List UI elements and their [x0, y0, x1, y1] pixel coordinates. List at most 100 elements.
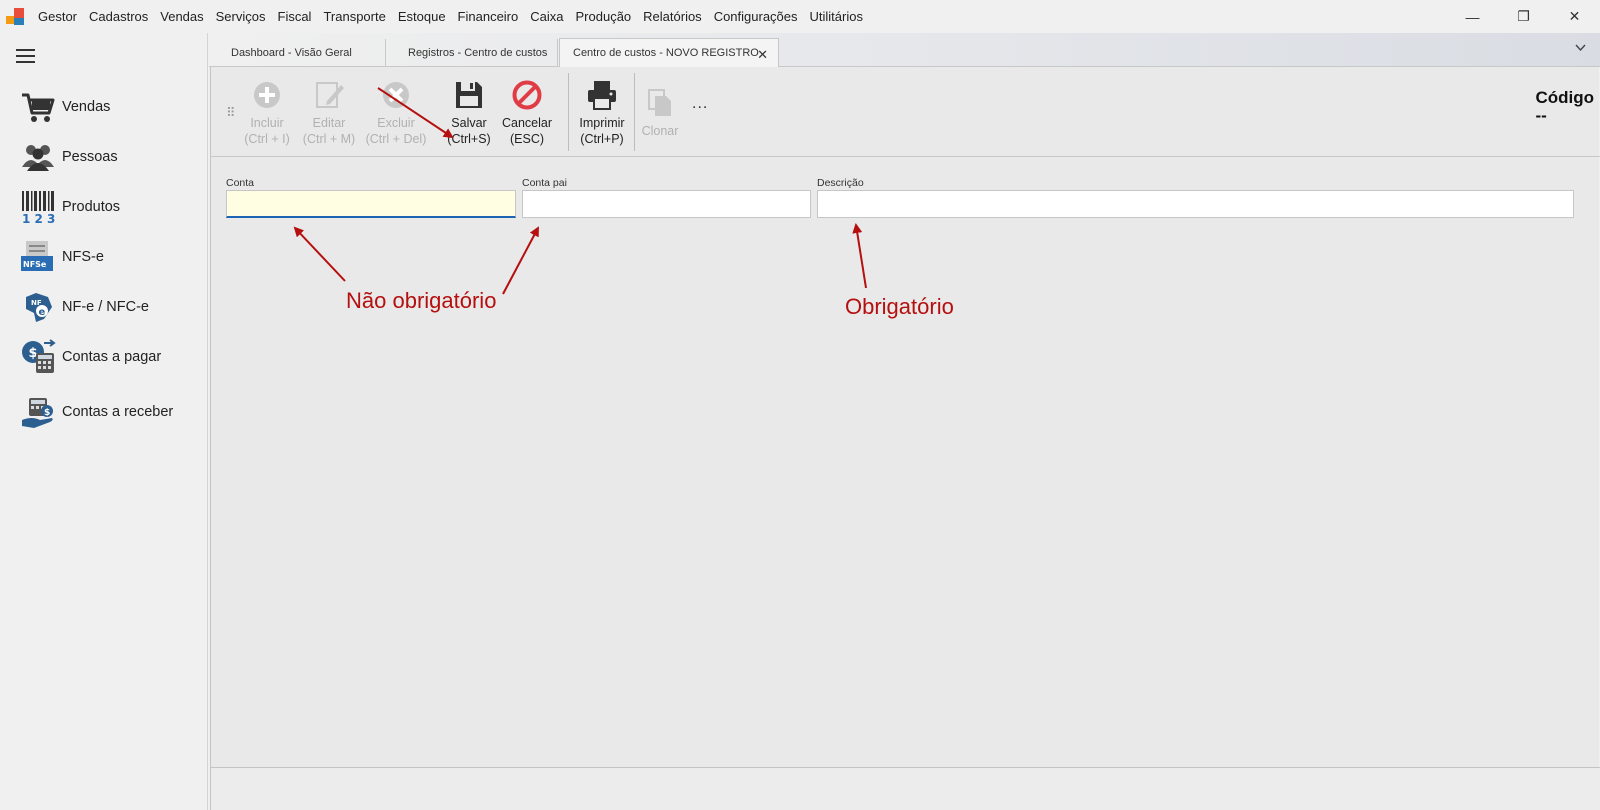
optional-annotation: Não obrigatório: [346, 288, 497, 313]
descricao-label: Descrição: [817, 177, 864, 189]
nfse-icon: NFSe: [21, 241, 53, 271]
menu-caixa[interactable]: Caixa: [524, 0, 569, 33]
menu-fiscal[interactable]: Fiscal: [272, 0, 318, 33]
include-label: Incluir: [250, 116, 284, 130]
delete-circle-icon: [383, 82, 409, 108]
tab-label: Centro de custos - NOVO REGISTRO: [573, 47, 759, 59]
include-shortcut: (Ctrl + I): [244, 132, 290, 146]
toolbar-grip-icon[interactable]: ⠿: [226, 105, 236, 121]
menu-financeiro[interactable]: Financeiro: [452, 0, 525, 33]
delete-button[interactable]: Excluir (Ctrl + Del): [364, 79, 428, 147]
delete-label: Excluir: [377, 116, 415, 130]
save-label: Salvar: [451, 116, 487, 130]
menu-vendas[interactable]: Vendas: [154, 0, 209, 33]
window-controls: — ❐ ✕: [1447, 0, 1600, 33]
payable-icon: $: [22, 339, 56, 373]
menu-cadastros[interactable]: Cadastros: [83, 0, 154, 33]
sidebar-item-label: Produtos: [62, 198, 121, 215]
sidebar-item-vendas[interactable]: Vendas: [0, 82, 208, 132]
conta-input[interactable]: [226, 190, 516, 218]
plus-circle-icon: [254, 82, 280, 108]
edit-button[interactable]: Editar (Ctrl + M): [299, 79, 359, 147]
hamburger-menu-icon[interactable]: [16, 49, 35, 63]
svg-text:NFSe: NFSe: [23, 260, 47, 269]
edit-icon: [316, 82, 344, 108]
clone-label: Clonar: [641, 124, 679, 138]
sidebar-item-label: NFS-e: [62, 248, 104, 265]
toolbar-separator: [634, 73, 635, 151]
sidebar-item-label: Pessoas: [62, 148, 118, 165]
toolbar: ⠿ Incluir (Ctrl + I) Editar (Ctrl + M) E…: [211, 67, 1600, 157]
menu-servicos[interactable]: Serviços: [210, 0, 272, 33]
save-shortcut: (Ctrl+S): [447, 132, 491, 146]
sidebar-item-contas-receber[interactable]: $ Contas a receber: [0, 382, 208, 442]
print-label: Imprimir: [579, 116, 625, 130]
more-options-button[interactable]: ...: [692, 95, 708, 113]
minimize-button[interactable]: —: [1447, 0, 1498, 33]
delete-shortcut: (Ctrl + Del): [365, 132, 427, 146]
tab-dashboard[interactable]: Dashboard - Visão Geral: [209, 39, 386, 67]
print-shortcut: (Ctrl+P): [580, 132, 624, 146]
cancel-icon: [512, 80, 542, 110]
svg-text:1 2 3: 1 2 3: [22, 212, 55, 225]
include-button[interactable]: Incluir (Ctrl + I): [239, 79, 295, 147]
conta-label: Conta: [226, 177, 255, 189]
sidebar-item-label: Contas a receber: [62, 403, 174, 420]
sidebar: Vendas Pessoas 1 2 3 Produtos NFSe NFS-e…: [0, 33, 208, 810]
sidebar-item-nfse[interactable]: NFSe NFS-e: [0, 232, 208, 282]
codigo-value: --: [1535, 106, 1547, 125]
menu-utilitarios[interactable]: Utilitários: [804, 0, 869, 33]
conta-pai-input[interactable]: [522, 190, 811, 218]
sidebar-item-label: NF-e / NFC-e: [62, 298, 149, 315]
codigo-label: Código: [1535, 88, 1594, 107]
shopping-cart-icon: [22, 93, 55, 122]
sidebar-item-contas-pagar[interactable]: $ Contas a pagar: [0, 332, 208, 382]
svg-text:$: $: [44, 408, 50, 418]
tab-registros-centro-custos[interactable]: Registros - Centro de custos: [386, 39, 558, 67]
menu-configuracoes[interactable]: Configurações: [708, 0, 804, 33]
tab-close-icon[interactable]: ✕: [757, 47, 768, 63]
clone-button[interactable]: Clonar: [636, 87, 684, 139]
people-icon: [22, 145, 54, 171]
close-window-button[interactable]: ✕: [1549, 0, 1600, 33]
tab-label: Registros - Centro de custos: [408, 47, 548, 59]
conta-pai-label: Conta pai: [522, 177, 567, 189]
app-logo-icon: [6, 7, 24, 26]
menu-relatorios[interactable]: Relatórios: [637, 0, 708, 33]
codigo-display: Código --: [1535, 89, 1594, 125]
cancel-label: Cancelar: [501, 116, 553, 130]
sidebar-item-produtos[interactable]: 1 2 3 Produtos: [0, 182, 208, 232]
receivable-icon: $: [22, 398, 53, 428]
descricao-input[interactable]: [817, 190, 1574, 218]
edit-shortcut: (Ctrl + M): [302, 132, 356, 146]
sidebar-item-label: Vendas: [62, 98, 111, 115]
title-bar: Gestor Cadastros Vendas Serviços Fiscal …: [0, 0, 1600, 33]
svg-text:e: e: [39, 307, 46, 318]
print-button[interactable]: Imprimir (Ctrl+P): [570, 79, 634, 147]
sidebar-item-pessoas[interactable]: Pessoas: [0, 132, 208, 182]
menu-producao[interactable]: Produção: [570, 0, 638, 33]
barcode-icon: 1 2 3: [22, 191, 55, 225]
toolbar-separator: [568, 73, 569, 151]
tab-strip: Dashboard - Visão Geral Registros - Cent…: [209, 33, 1600, 68]
clone-icon: [648, 89, 671, 116]
edit-label: Editar: [312, 116, 346, 130]
required-annotation: Obrigatório: [845, 294, 954, 319]
sidebar-item-label: Contas a pagar: [62, 348, 162, 365]
printer-icon: [588, 81, 616, 110]
content-panel: ⠿ Incluir (Ctrl + I) Editar (Ctrl + M) E…: [210, 67, 1600, 810]
status-bar: [211, 767, 1600, 810]
menu-bar: Gestor Cadastros Vendas Serviços Fiscal …: [32, 0, 869, 33]
sidebar-item-nfe[interactable]: NF e NF-e / NFC-e: [0, 282, 208, 332]
menu-transporte[interactable]: Transporte: [317, 0, 391, 33]
chevron-down-icon[interactable]: [1575, 43, 1586, 55]
restore-button[interactable]: ❐: [1498, 0, 1549, 33]
save-button[interactable]: Salvar (Ctrl+S): [443, 79, 495, 147]
menu-estoque[interactable]: Estoque: [392, 0, 452, 33]
menu-gestor[interactable]: Gestor: [32, 0, 83, 33]
floppy-disk-icon: [456, 82, 482, 108]
tab-label: Dashboard - Visão Geral: [231, 47, 352, 59]
cancel-button[interactable]: Cancelar (ESC): [499, 79, 555, 147]
cancel-shortcut: (ESC): [509, 132, 545, 146]
tab-novo-registro[interactable]: Centro de custos - NOVO REGISTRO ✕: [559, 38, 779, 68]
